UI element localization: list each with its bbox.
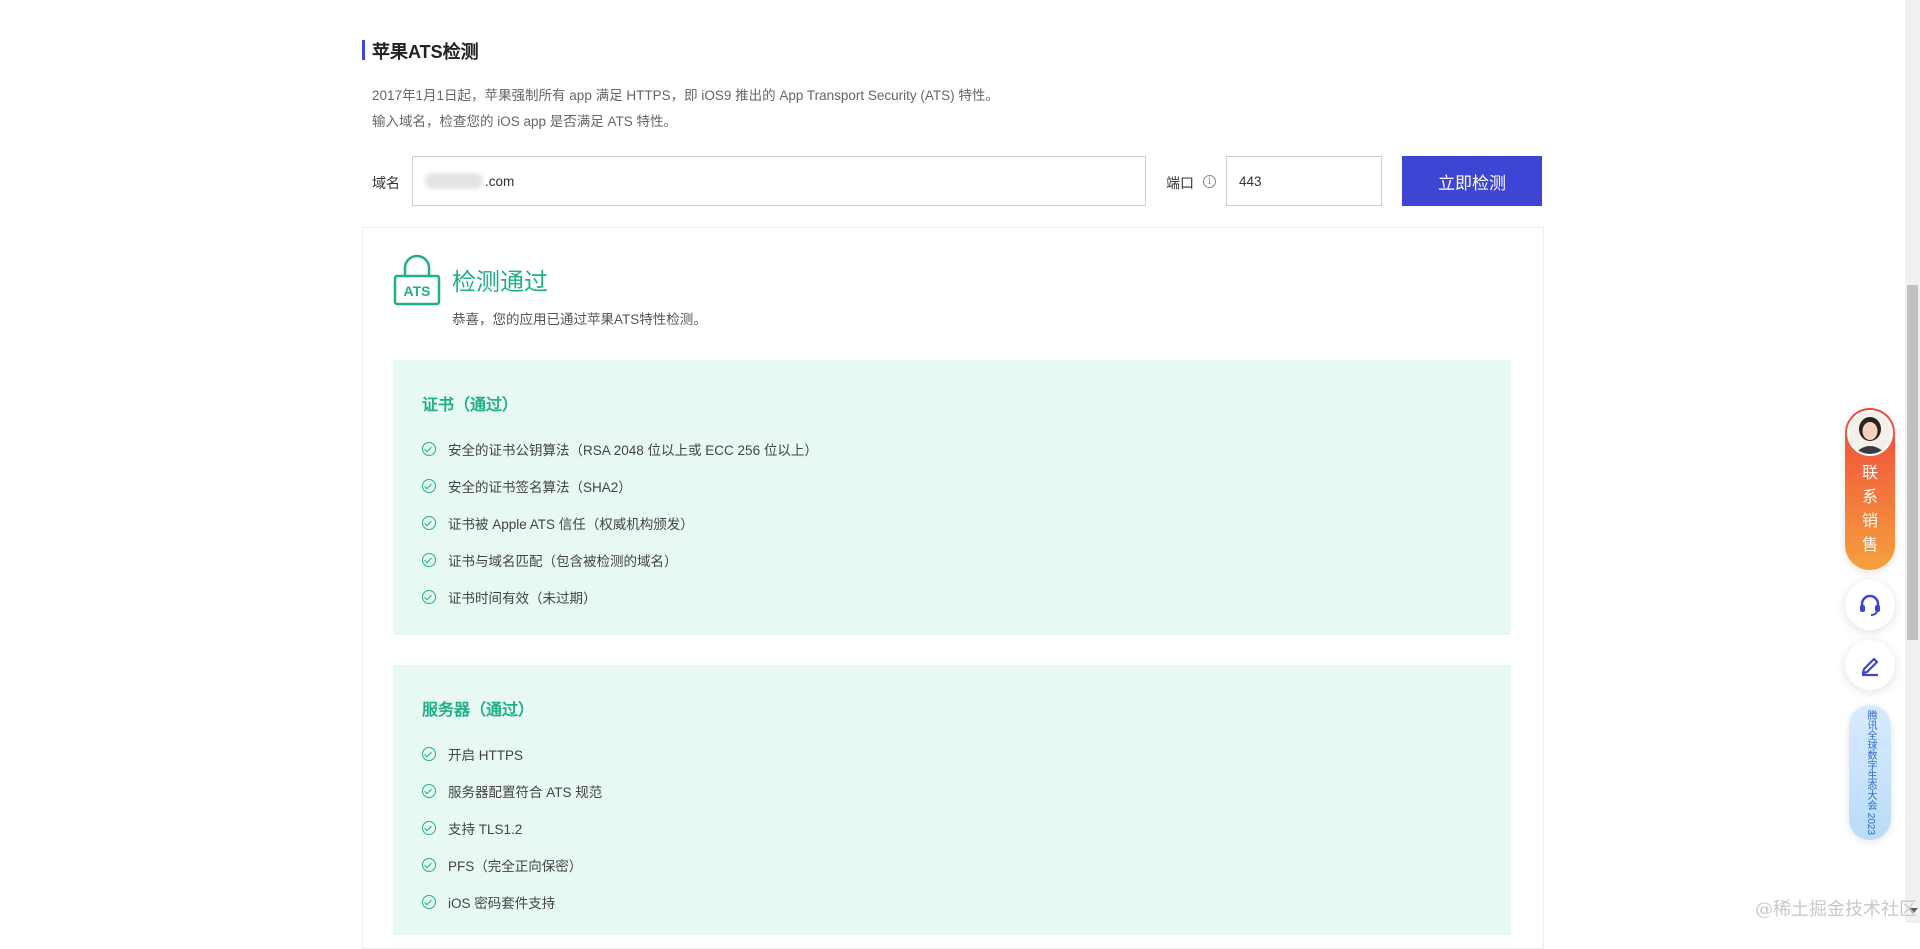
headset-icon — [1860, 594, 1880, 616]
result-subtitle: 恭喜，您的应用已通过苹果ATS特性检测。 — [452, 312, 707, 327]
check-circle-icon — [422, 442, 436, 456]
check-item: iOS 密码套件支持 — [422, 892, 555, 912]
check-circle-icon — [422, 516, 436, 530]
port-input-value: 443 — [1239, 173, 1262, 189]
svg-text:ATS: ATS — [404, 283, 431, 299]
feedback-button[interactable] — [1845, 640, 1895, 690]
check-circle-icon — [422, 553, 436, 567]
domain-input[interactable]: .com — [412, 156, 1146, 206]
check-item: PFS（完全正向保密） — [422, 855, 582, 875]
certificate-section-title: 证书（通过） — [422, 397, 519, 414]
support-button[interactable] — [1845, 580, 1895, 630]
domain-input-value: .com — [485, 173, 515, 189]
check-circle-icon — [422, 784, 436, 798]
check-circle-icon — [422, 479, 436, 493]
check-item: 支持 TLS1.2 — [422, 818, 522, 838]
check-circle-icon — [422, 821, 436, 835]
check-item: 证书与域名匹配（包含被检测的域名） — [422, 550, 678, 570]
title-accent-bar — [362, 40, 365, 60]
check-circle-icon — [422, 590, 436, 604]
check-item: 安全的证书签名算法（SHA2） — [422, 476, 632, 496]
result-title: 检测通过 — [452, 269, 548, 296]
check-item: 安全的证书公钥算法（RSA 2048 位以上或 ECC 256 位以上） — [422, 439, 818, 459]
check-button[interactable]: 立即检测 — [1402, 156, 1542, 206]
check-item: 证书时间有效（未过期） — [422, 587, 597, 607]
description-line-2: 输入域名，检查您的 iOS app 是否满足 ATS 特性。 — [372, 114, 678, 129]
check-item: 证书被 Apple ATS 信任（权威机构颁发） — [422, 513, 694, 533]
description-line-1: 2017年1月1日起，苹果强制所有 app 满足 HTTPS，即 iOS9 推出… — [372, 88, 999, 103]
port-input[interactable]: 443 — [1226, 156, 1382, 206]
watermark: @稀土掘金技术社区 — [1755, 899, 1917, 920]
edit-icon — [1861, 657, 1879, 677]
avatar-portrait-icon — [1849, 412, 1891, 454]
contact-sales-label[interactable]: 联系销售 — [1845, 462, 1895, 558]
domain-label: 域名 — [372, 175, 400, 191]
sales-avatar — [1847, 410, 1893, 456]
promo-banner[interactable]: 腾讯全球数字生态大会 2023 — [1849, 705, 1891, 840]
port-label: 端口 — [1166, 175, 1194, 191]
redacted-domain — [425, 173, 483, 189]
page-title: 苹果ATS检测 — [372, 42, 479, 62]
check-item: 开启 HTTPS — [422, 744, 523, 764]
ats-lock-icon: ATS — [393, 254, 441, 306]
check-circle-icon — [422, 858, 436, 872]
check-circle-icon — [422, 895, 436, 909]
server-section-title: 服务器（通过） — [422, 702, 535, 719]
check-item: 服务器配置符合 ATS 规范 — [422, 781, 602, 801]
check-circle-icon — [422, 747, 436, 761]
info-icon[interactable]: i — [1203, 175, 1216, 188]
scrollbar-thumb[interactable] — [1907, 285, 1918, 640]
